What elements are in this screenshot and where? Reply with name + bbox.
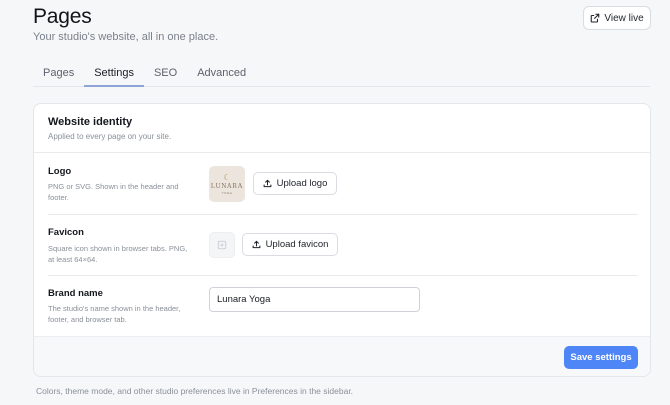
- tab-pages[interactable]: Pages: [33, 62, 84, 87]
- moon-icon: ☾: [223, 172, 231, 182]
- brand-name-help: The studio's name shown in the header, f…: [48, 304, 181, 324]
- upload-favicon-button[interactable]: Upload favicon: [242, 233, 338, 256]
- tab-label: Pages: [43, 67, 75, 79]
- tab-seo[interactable]: SEO: [144, 62, 187, 87]
- divider: [34, 152, 650, 153]
- upload-logo-label: Upload logo: [276, 178, 328, 189]
- logo-help: PNG or SVG. Shown in the header and foot…: [48, 182, 179, 202]
- tab-advanced[interactable]: Advanced: [187, 62, 256, 87]
- image-placeholder-icon: [217, 240, 227, 250]
- external-link-icon: [591, 13, 600, 23]
- logo-label: Logo: [48, 166, 72, 177]
- tab-label: SEO: [153, 67, 178, 79]
- logo-preview-tagline: YOGA: [221, 190, 233, 195]
- brand-name-input[interactable]: [209, 287, 420, 312]
- upload-favicon-label: Upload favicon: [265, 239, 329, 250]
- upload-logo-button[interactable]: Upload logo: [253, 172, 337, 195]
- tab-label: Settings: [94, 67, 134, 79]
- logo-preview-wordmark: LUNARA: [210, 181, 244, 190]
- card-title: Website identity: [48, 116, 133, 128]
- card-footer: Save settings: [34, 336, 650, 376]
- view-live-button[interactable]: View live: [583, 6, 651, 30]
- tab-settings[interactable]: Settings: [84, 62, 144, 87]
- logo-preview: ☾ LUNARA YOGA: [209, 166, 245, 202]
- website-identity-card: Website identity Applied to every page o…: [33, 103, 651, 377]
- favicon-label: Favicon: [48, 227, 84, 238]
- divider: [48, 275, 638, 276]
- upload-icon: [263, 179, 272, 188]
- page-subtitle: Your studio's website, all in one place.: [33, 31, 219, 43]
- tab-bar: Pages Settings SEO Advanced: [33, 62, 650, 87]
- favicon-help: Square icon shown in browser tabs. PNG, …: [48, 244, 188, 264]
- tab-label: Advanced: [197, 67, 247, 79]
- save-settings-button[interactable]: Save settings: [564, 346, 638, 369]
- card-subtitle: Applied to every page on your site.: [48, 132, 172, 141]
- view-live-label: View live: [604, 12, 644, 24]
- upload-icon: [252, 240, 260, 249]
- favicon-preview: [209, 232, 235, 258]
- preferences-footnote: Colors, theme mode, and other studio pre…: [36, 386, 354, 396]
- divider: [48, 214, 638, 215]
- brand-name-label: Brand name: [48, 288, 103, 299]
- page-title: Pages: [33, 5, 92, 28]
